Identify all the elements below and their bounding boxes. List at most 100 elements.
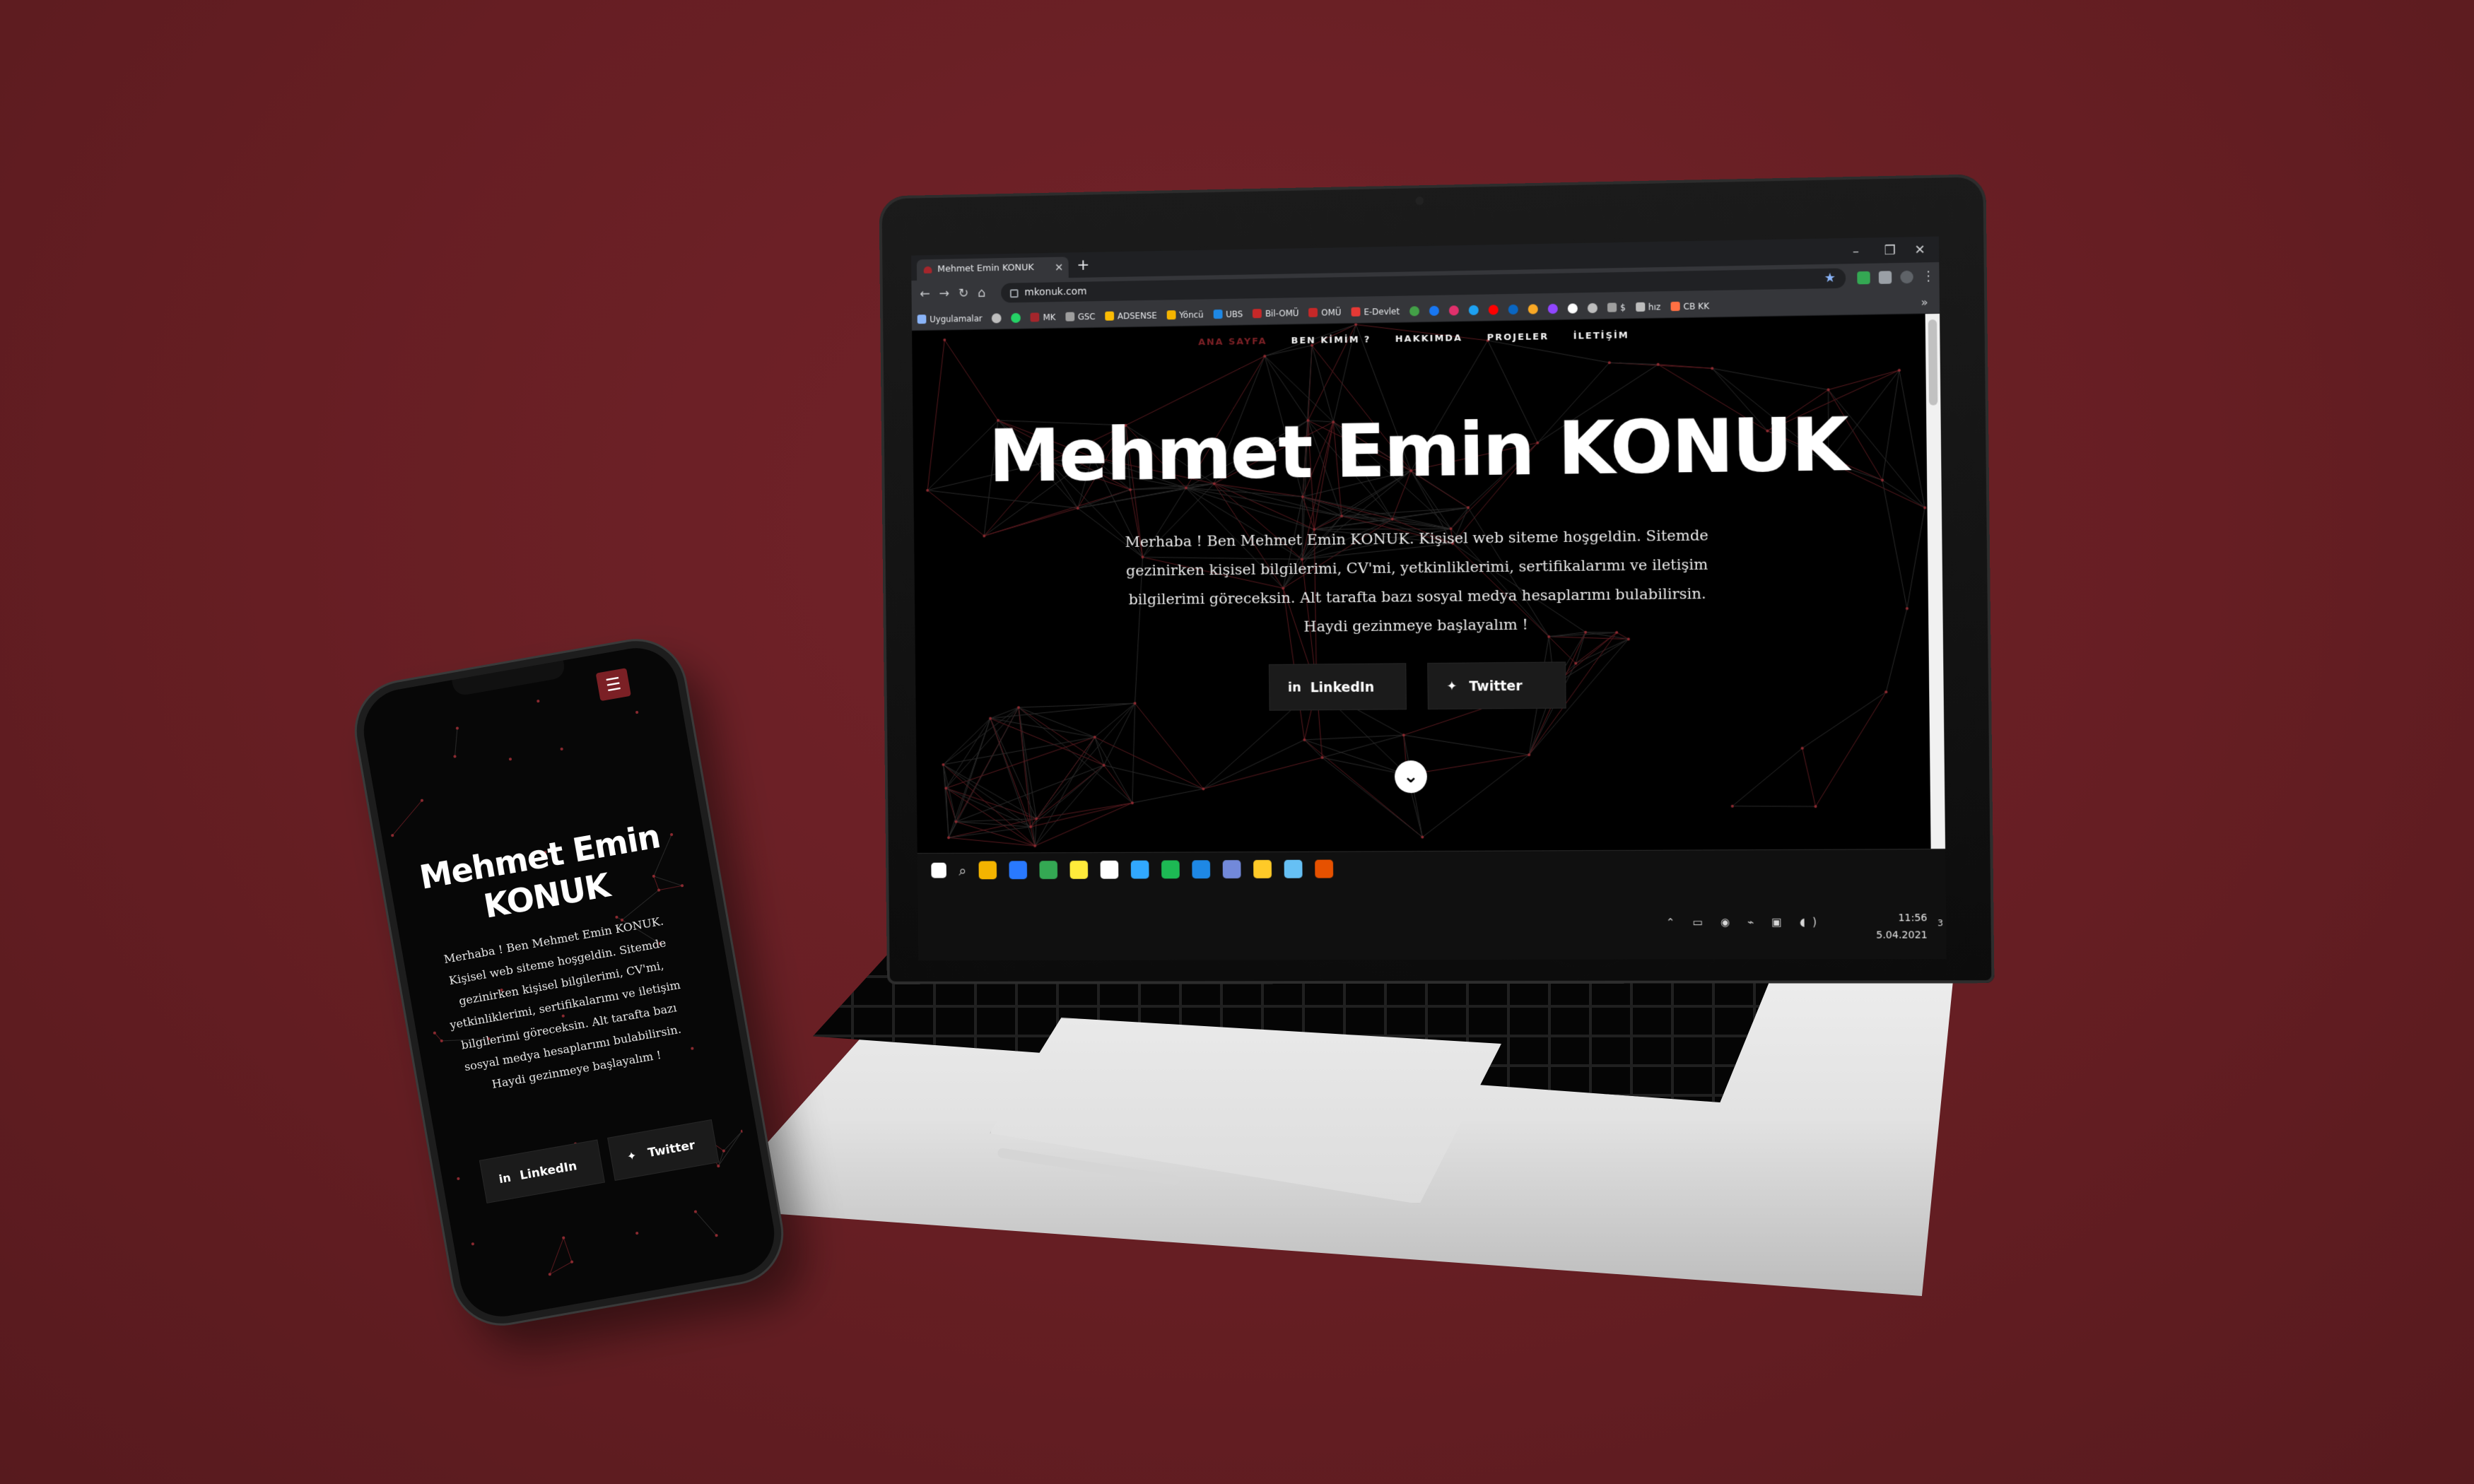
network-link — [1036, 703, 1137, 818]
bookmark-item[interactable] — [1468, 305, 1479, 315]
bookmark-label: GSC — [1077, 311, 1096, 322]
network-link — [1094, 703, 1135, 737]
clock-time: 11:56 — [1898, 912, 1928, 924]
bookmark-favicon-icon — [1587, 302, 1597, 313]
network-node — [954, 820, 958, 823]
network-link — [1802, 748, 1816, 807]
system-clock[interactable]: 11:56 5.04.2021 — [1876, 909, 1928, 944]
taskbar-app-icon[interactable] — [1069, 860, 1089, 879]
bookmark-item[interactable] — [1488, 304, 1499, 315]
network-link — [695, 1211, 717, 1236]
bookmark-star-icon[interactable]: ★ — [1824, 269, 1836, 289]
restore-icon[interactable]: ❐ — [1884, 240, 1896, 262]
network-link — [1885, 608, 1908, 692]
bookmark-item[interactable] — [1409, 305, 1420, 316]
taskbar-app-icon[interactable] — [1039, 861, 1058, 879]
taskbar-app-icon[interactable] — [1100, 860, 1119, 879]
taskbar-app-icon[interactable] — [1222, 860, 1241, 879]
bookmark-item[interactable] — [1429, 305, 1439, 316]
bookmark-item[interactable]: Bil-OMÜ — [1253, 308, 1299, 319]
hamburger-menu-icon[interactable]: ☰ — [595, 668, 631, 702]
bookmark-item[interactable]: ADSENSE — [1105, 310, 1157, 321]
bookmark-item[interactable]: CB KK — [1670, 301, 1709, 312]
reload-icon[interactable]: ↻ — [958, 285, 969, 302]
taskbar-app-icon[interactable] — [1315, 859, 1334, 878]
network-link — [1882, 480, 1907, 608]
bookmark-item[interactable]: OMÜ — [1308, 307, 1342, 318]
scroll-down-icon[interactable]: ⌄ — [1394, 760, 1428, 794]
taskbar-app-icon[interactable] — [1253, 859, 1272, 878]
minimize-icon[interactable]: – — [1853, 241, 1859, 262]
bookmark-favicon-icon — [1105, 311, 1115, 321]
bookmark-item[interactable]: Yöncü — [1166, 310, 1204, 320]
taskbar-app-icon[interactable] — [978, 861, 997, 880]
bookmark-item[interactable]: E-Devlet — [1351, 306, 1400, 317]
bookmark-item[interactable]: Uygulamalar — [917, 313, 983, 324]
home-icon[interactable]: ⌂ — [978, 285, 985, 302]
bookmark-item[interactable]: $ — [1607, 302, 1626, 312]
network-link — [1815, 692, 1887, 806]
bookmark-favicon-icon — [1567, 302, 1578, 314]
taskbar-app-icon[interactable] — [1130, 860, 1149, 879]
network-link — [1733, 806, 1816, 807]
profile-icon[interactable] — [1900, 270, 1913, 284]
bookmark-favicon-icon — [1635, 302, 1645, 312]
hero-intro: Merhaba ! Ben Mehmet Emin KONUK. Kişisel… — [1125, 526, 1709, 635]
scrollbar-thumb[interactable] — [1928, 319, 1938, 406]
bookmark-item[interactable] — [1587, 302, 1597, 313]
bookmark-item[interactable] — [1547, 303, 1558, 314]
bookmark-item[interactable]: MK — [1030, 312, 1056, 322]
linkedin-icon: in — [1287, 680, 1301, 695]
network-link — [1658, 364, 1713, 370]
menu-dots-icon[interactable]: ⋮ — [1922, 268, 1935, 285]
nav-projects[interactable]: PROJELER — [1487, 331, 1549, 343]
bookmark-item[interactable]: hız — [1635, 302, 1660, 312]
system-tray-icons[interactable]: ⌃ ▭ ◉ ⌁ ▣ ◖) — [1666, 916, 1824, 929]
bookmark-favicon-icon — [1351, 307, 1361, 317]
puzzle-icon[interactable] — [1878, 271, 1892, 284]
notifications-badge[interactable]: 3 — [1937, 918, 1943, 928]
twitter-label: Twitter — [1469, 678, 1523, 695]
search-icon[interactable]: ⌕ — [958, 862, 966, 879]
taskbar-app-icon[interactable] — [1161, 860, 1180, 879]
new-tab-icon[interactable]: + — [1077, 255, 1089, 276]
phone-linkedin-label: LinkedIn — [518, 1159, 578, 1184]
bookmark-item[interactable] — [992, 312, 1002, 323]
forward-icon[interactable]: → — [939, 285, 949, 302]
bookmarks-overflow-icon[interactable]: » — [1921, 295, 1928, 309]
close-window-icon[interactable]: ✕ — [1914, 240, 1925, 261]
bookmark-favicon-icon — [1547, 303, 1558, 314]
network-node — [1905, 607, 1909, 611]
network-link — [1030, 765, 1104, 827]
clock-date: 5.04.2021 — [1876, 929, 1928, 941]
nav-contact[interactable]: İLETİŞİM — [1573, 330, 1629, 341]
tab-close-icon[interactable]: ✕ — [1055, 257, 1064, 278]
bookmark-item[interactable] — [1567, 302, 1578, 314]
linkedin-button[interactable]: in LinkedIn — [1268, 663, 1407, 711]
twitter-button[interactable]: ✦ Twitter — [1427, 661, 1566, 710]
extension-icon[interactable] — [1857, 271, 1870, 285]
bookmark-item[interactable] — [1508, 304, 1518, 314]
nav-who-am-i[interactable]: BEN KİMİM ? — [1291, 334, 1371, 346]
nav-about[interactable]: HAKKIMDA — [1395, 333, 1463, 345]
network-node — [548, 1273, 551, 1276]
site-favicon-icon — [923, 266, 932, 273]
back-icon[interactable]: ← — [920, 286, 930, 303]
bookmark-item[interactable]: UBS — [1213, 309, 1243, 319]
bookmark-item[interactable] — [1011, 312, 1021, 323]
twitter-icon: ✦ — [626, 1148, 638, 1164]
windows-start-icon[interactable] — [931, 862, 946, 878]
bookmark-favicon-icon — [1670, 301, 1680, 312]
network-link — [1404, 734, 1529, 755]
bookmark-item[interactable] — [1448, 305, 1459, 316]
bookmark-item[interactable] — [1528, 303, 1538, 314]
nav-home[interactable]: ANA SAYFA — [1198, 336, 1267, 348]
taskbar-app-icon[interactable] — [1284, 859, 1303, 878]
network-link — [1393, 507, 1468, 519]
taskbar-app-icon[interactable] — [1192, 860, 1211, 879]
bookmark-item[interactable]: GSC — [1065, 312, 1096, 322]
network-link — [1034, 765, 1105, 846]
browser-tab[interactable]: Mehmet Emin KONUK ✕ — [916, 257, 1069, 281]
taskbar-app-icon[interactable] — [1009, 861, 1028, 880]
network-link — [955, 707, 1020, 822]
